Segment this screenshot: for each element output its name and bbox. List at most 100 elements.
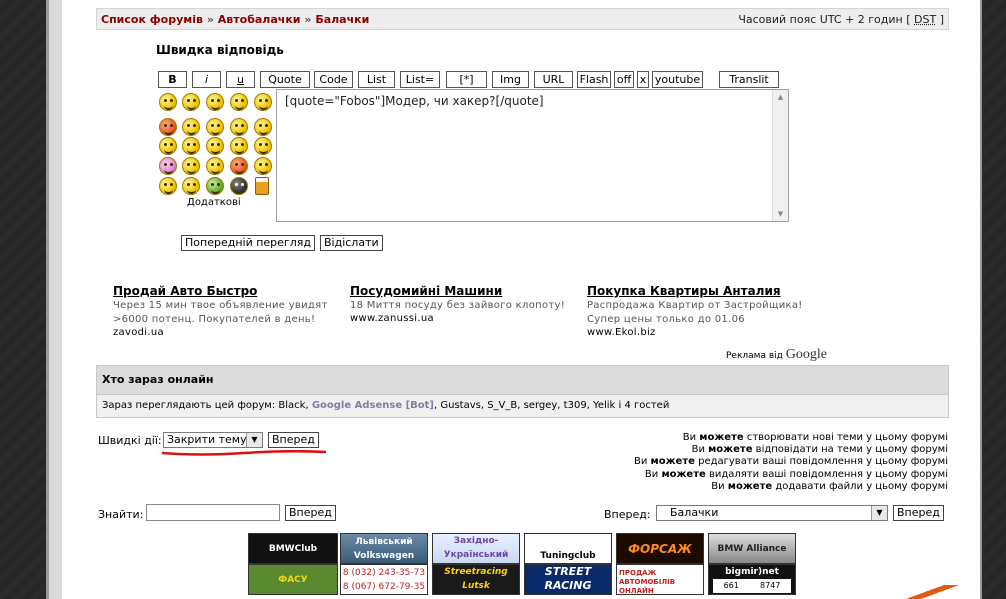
scroll-down-icon[interactable]: ▼	[773, 207, 788, 221]
ad-title[interactable]: Покупка Квартиры Анталия	[587, 284, 817, 298]
razz-icon[interactable]	[254, 118, 272, 136]
quick-actions-value: Закрити тему	[167, 433, 247, 446]
x-button[interactable]: x	[637, 71, 649, 88]
flash-button[interactable]: Flash	[577, 71, 611, 88]
dizzy-icon[interactable]	[159, 157, 177, 175]
puzzled-icon[interactable]	[182, 177, 200, 195]
breadcrumb-balachky[interactable]: Балачки	[315, 13, 369, 26]
jump-go-button[interactable]: Вперед	[893, 505, 944, 521]
page-background-right	[980, 0, 1006, 599]
search-input[interactable]	[146, 504, 280, 521]
breadcrumb-autobalachky[interactable]: Автобалачки	[218, 13, 301, 26]
banner-phones[interactable]: 8 (032) 243-35-73 8 (067) 672-79-35	[340, 564, 428, 595]
biggrin-icon[interactable]	[182, 93, 200, 111]
message-textarea[interactable]: [quote="Fobos"]Модер, чи хакер?[/quote] …	[276, 89, 789, 222]
more-smilies-link[interactable]: Додаткові	[187, 197, 241, 208]
mad-icon[interactable]	[182, 157, 200, 175]
quote-button[interactable]: Quote	[260, 71, 310, 88]
translit-button[interactable]: Translit	[719, 71, 779, 88]
banner-tuningclub[interactable]: Tuningclub	[524, 533, 612, 564]
submit-button[interactable]: Відіслати	[320, 235, 383, 251]
banner-volkswagen-club[interactable]: Львівський Volkswagen клуб	[340, 533, 428, 564]
ad-url[interactable]: www.zanussi.ua	[350, 313, 580, 324]
ad-block[interactable]: Продай Авто Быстро Через 15 мин твое объ…	[113, 284, 343, 338]
beer-icon[interactable]	[255, 177, 269, 195]
banner-streetracing-lutsk[interactable]: Streetracing Lutsk	[432, 564, 520, 595]
underline-button[interactable]: u	[226, 71, 255, 88]
blush-icon[interactable]	[159, 118, 177, 136]
list-button[interactable]: List	[358, 71, 395, 88]
quick-actions-label: Швидкі дії:	[98, 434, 162, 447]
wink-icon[interactable]	[230, 93, 248, 111]
banner-bmw-alliance[interactable]: BMW Alliance	[708, 533, 796, 564]
banner-street-racing[interactable]: STREET RACING	[524, 564, 612, 595]
online-text: Зараз переглядають цей форум: Black,	[102, 400, 309, 411]
evil-icon[interactable]	[230, 157, 248, 175]
textarea-scrollbar[interactable]: ▲ ▼	[772, 90, 788, 221]
sad-icon[interactable]	[206, 137, 224, 155]
bigmir-count-2: 8747	[760, 581, 781, 590]
banner-fasu[interactable]: ФАСУ	[248, 564, 338, 595]
jump-select[interactable]: Балачки ▼	[656, 505, 888, 521]
breadcrumb-separator: »	[206, 12, 214, 26]
list-ordered-button[interactable]: List=	[400, 71, 440, 88]
youtube-button[interactable]: youtube	[652, 71, 703, 88]
ad-url[interactable]: www.Ekol.biz	[587, 327, 817, 338]
list-item-button[interactable]: [*]	[446, 71, 487, 88]
italic-button[interactable]: i	[192, 71, 221, 88]
ad-title[interactable]: Продай Авто Быстро	[113, 284, 343, 298]
adsense-label[interactable]: Реклама від Google	[726, 347, 827, 363]
jump-label: Вперед:	[604, 508, 651, 521]
jump-value: Балачки	[670, 506, 719, 519]
laugh-icon[interactable]	[206, 93, 224, 111]
eek-icon[interactable]	[182, 137, 200, 155]
rolleyes-icon[interactable]	[182, 118, 200, 136]
cool-icon[interactable]	[254, 93, 272, 111]
ad-desc: 18 Миття посуду без зайвого клопоту!	[350, 300, 566, 311]
image-button[interactable]: Img	[492, 71, 529, 88]
angry-icon[interactable]	[206, 157, 224, 175]
url-button[interactable]: URL	[534, 71, 573, 88]
ad-url[interactable]: zavodi.ua	[113, 327, 343, 338]
ninja-icon[interactable]	[230, 177, 248, 195]
permission-line: Ви можете редагувати ваші повідомлення у…	[634, 456, 948, 468]
surprised-icon[interactable]	[254, 157, 272, 175]
chevron-down-icon[interactable]: ▼	[871, 506, 887, 520]
breadcrumb-separator: »	[304, 12, 312, 26]
online-list: Зараз переглядають цей форум: Black, Goo…	[96, 395, 949, 418]
banner-avtobazar[interactable]: Західно-Український АВТОБАЗАР	[432, 533, 520, 564]
online-bot[interactable]: Google Adsense [Bot]	[312, 400, 434, 411]
online-heading: Хто зараз онлайн	[96, 365, 949, 395]
cry-icon[interactable]	[230, 137, 248, 155]
bold-button[interactable]: B	[158, 71, 187, 88]
ad-desc: Через 15 мин твое объявление увидят	[113, 300, 328, 311]
confused-icon[interactable]	[206, 118, 224, 136]
sick-icon[interactable]	[206, 177, 224, 195]
shocked-icon[interactable]	[254, 137, 272, 155]
neutral-icon[interactable]	[230, 118, 248, 136]
ad-desc: Распродажа Квартир от Застройщика!	[587, 300, 803, 311]
smile-icon[interactable]	[159, 93, 177, 111]
preview-button[interactable]: Попередній перегляд	[181, 235, 315, 251]
code-button[interactable]: Code	[314, 71, 353, 88]
adsense-prefix: Реклама від	[726, 351, 783, 361]
banner-forsazh[interactable]: ФОРСАЖ	[616, 533, 704, 564]
dst-abbr: DST	[914, 12, 937, 26]
google-logo: Google	[785, 347, 827, 362]
chevron-down-icon[interactable]: ▼	[246, 433, 262, 447]
banner-bmwclub[interactable]: BMWClub	[248, 533, 338, 564]
ad-block[interactable]: Посудомийні Машини 18 Миття посуду без з…	[350, 284, 580, 324]
worried-icon[interactable]	[159, 177, 177, 195]
banner-bigmir[interactable]: bigmir)net 661 8747	[708, 564, 796, 595]
ad-title[interactable]: Посудомийні Машини	[350, 284, 580, 298]
ad-block[interactable]: Покупка Квартиры Анталия Распродажа Квар…	[587, 284, 817, 338]
quick-actions-go-button[interactable]: Вперед	[268, 432, 319, 448]
off-button[interactable]: off	[614, 71, 634, 88]
banner-avto-online[interactable]: ПРОДАЖ АВТОМОБІЛІВ ОНЛАЙН	[616, 564, 704, 595]
tongue-icon[interactable]	[159, 137, 177, 155]
search-go-button[interactable]: Вперед	[285, 505, 336, 521]
ad-desc: >6000 потенц. Покупателей в день!	[113, 314, 316, 325]
scroll-up-icon[interactable]: ▲	[773, 90, 788, 104]
breadcrumb-forum-index[interactable]: Список форумів	[101, 13, 203, 26]
quick-actions-select[interactable]: Закрити тему ▼	[163, 432, 263, 448]
